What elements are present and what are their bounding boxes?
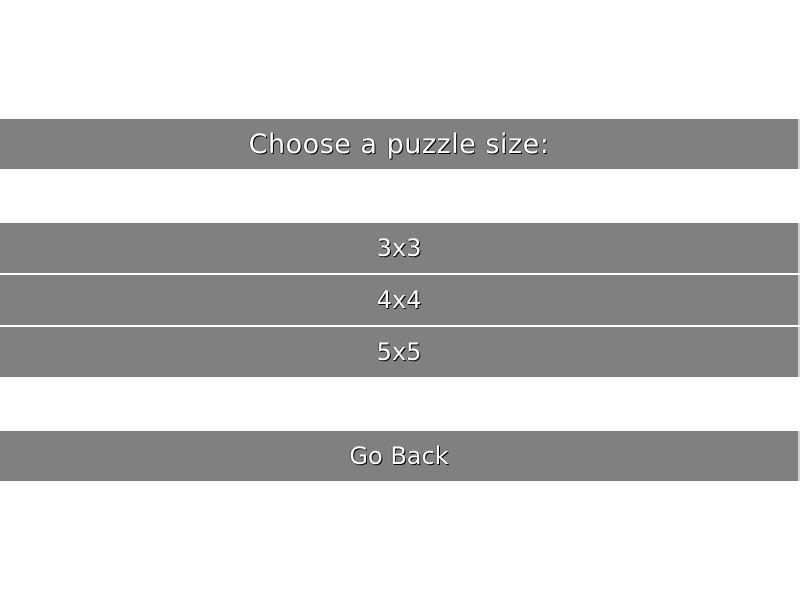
menu-title: Choose a puzzle size: <box>0 119 800 169</box>
size-option-3x3-button[interactable]: 3x3 <box>0 223 800 273</box>
puzzle-size-menu: Choose a puzzle size: 3x3 4x4 5x5 Go Bac… <box>0 0 800 600</box>
go-back-button[interactable]: Go Back <box>0 431 800 481</box>
size-option-4x4-button[interactable]: 4x4 <box>0 275 800 325</box>
size-option-5x5-button[interactable]: 5x5 <box>0 327 800 377</box>
